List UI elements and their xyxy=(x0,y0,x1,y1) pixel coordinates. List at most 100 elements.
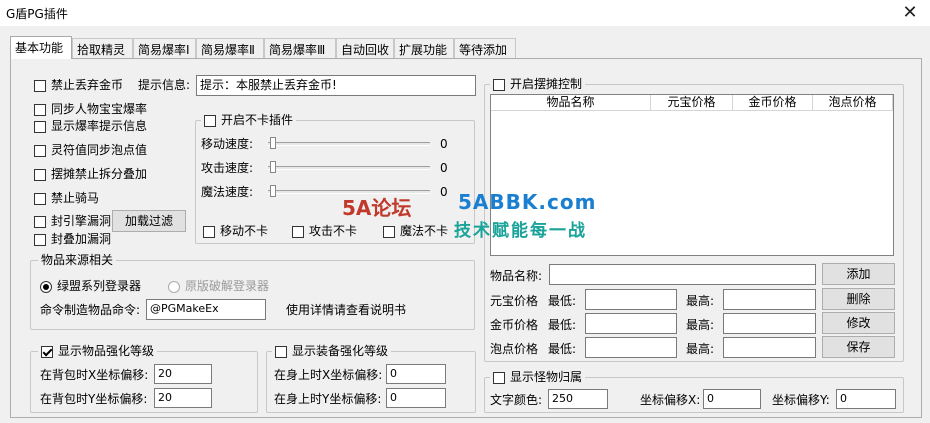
hint-label: 提示信息: xyxy=(138,78,191,92)
gold-label: 金币价格 xyxy=(490,318,539,332)
radio-lvmeng[interactable]: 绿盟系列登录器 xyxy=(40,279,141,293)
attack-speed-thumb[interactable] xyxy=(270,161,276,173)
save-button[interactable]: 保存 xyxy=(822,336,895,358)
attack-nostuck-checkbox[interactable]: 攻击不卡 xyxy=(292,224,357,238)
checkbox-icon xyxy=(275,345,287,358)
gold-min-label: 最低: xyxy=(548,318,577,332)
monster-title: 显示怪物归属 xyxy=(510,370,583,384)
checkbox-icon xyxy=(34,233,46,246)
yuanbao-max-label: 最高: xyxy=(686,294,715,308)
move-speed-slider[interactable] xyxy=(268,142,430,146)
monster-x-input[interactable]: 0 xyxy=(703,389,761,409)
checkbox-icon xyxy=(34,103,46,116)
magic-speed-thumb[interactable] xyxy=(270,185,276,197)
col-bubble[interactable]: 泡点价格 xyxy=(813,95,893,111)
load-filter-button[interactable]: 加载过滤 xyxy=(112,210,186,232)
stall-checkbox[interactable]: 开启摆摊控制 xyxy=(490,77,586,91)
monster-y-input[interactable]: 0 xyxy=(836,389,896,409)
seal-engine-label: 封引擎漏洞 xyxy=(51,214,112,228)
attack-speed-label: 攻击速度: xyxy=(201,161,254,175)
item-x-input[interactable]: 20 xyxy=(154,364,212,384)
col-item-name[interactable]: 物品名称 xyxy=(491,95,651,111)
tab-basic[interactable]: 基本功能 xyxy=(10,36,72,59)
sync-drop-checkbox[interactable]: 同步人物宝宝爆率 xyxy=(34,102,147,116)
equip-y-input[interactable]: 0 xyxy=(386,388,446,408)
stall-title: 开启摆摊控制 xyxy=(510,77,583,91)
spirit-sync-label: 灵符值同步泡点值 xyxy=(51,143,148,157)
cmd-note: 使用详情请查看说明书 xyxy=(286,303,407,317)
radio-selected-icon xyxy=(40,280,52,293)
checkbox-icon xyxy=(383,225,395,238)
col-gold[interactable]: 金币价格 xyxy=(733,95,813,111)
hint-input[interactable]: 提示：本服禁止丢弃金币! xyxy=(196,75,476,96)
magic-speed-value: 0 xyxy=(440,185,448,199)
no-stuck-checkbox[interactable]: 开启不卡插件 xyxy=(201,113,297,127)
tab-pending[interactable]: 等待添加 xyxy=(454,38,516,58)
gold-min-input[interactable] xyxy=(585,313,677,334)
seal-engine-checkbox[interactable]: 封引擎漏洞 xyxy=(34,214,111,228)
add-button[interactable]: 添加 xyxy=(822,263,895,285)
radio-cracked[interactable]: 原版破解登录器 xyxy=(168,279,269,293)
equip-y-label: 在身上时Y坐标偏移: xyxy=(274,392,382,406)
checkbox-icon xyxy=(34,215,46,228)
item-enhance-checkbox[interactable]: 显示物品强化等级 xyxy=(38,344,158,358)
yuanbao-min-input[interactable] xyxy=(585,289,677,310)
seal-stack-checkbox[interactable]: 封叠加漏洞 xyxy=(34,232,111,246)
cmd-input[interactable]: @PGMakeEx xyxy=(146,299,266,320)
gold-max-input[interactable] xyxy=(723,313,816,334)
magic-speed-label: 魔法速度: xyxy=(201,185,254,199)
seal-stack-label: 封叠加漏洞 xyxy=(51,232,112,246)
cmd-label: 命令制造物品命令: xyxy=(40,303,141,317)
show-drop-hint-label: 显示爆率提示信息 xyxy=(51,119,148,133)
window-title: G盾PG插件 xyxy=(6,7,68,21)
watermark-logo: 5A论坛 xyxy=(342,196,412,220)
monster-x-label: 坐标偏移X: xyxy=(640,393,701,407)
tab-drop-2[interactable]: 简易爆率Ⅱ xyxy=(196,38,264,58)
move-speed-value: 0 xyxy=(440,137,448,151)
ban-drop-gold-label: 禁止丢弃金币 xyxy=(51,78,124,92)
tab-drop-3[interactable]: 简易爆率Ⅲ xyxy=(264,38,336,58)
item-source-title: 物品来源相关 xyxy=(38,253,117,267)
yuanbao-min-label: 最低: xyxy=(548,294,577,308)
move-nostuck-checkbox[interactable]: 移动不卡 xyxy=(203,224,268,238)
move-speed-thumb[interactable] xyxy=(270,137,276,149)
tab-extend[interactable]: 扩展功能 xyxy=(394,38,454,58)
equip-enhance-title: 显示装备强化等级 xyxy=(292,344,389,358)
tab-drop-1[interactable]: 简易爆率Ⅰ xyxy=(133,38,196,58)
checkbox-icon xyxy=(493,371,505,384)
delete-button[interactable]: 删除 xyxy=(822,288,895,310)
col-yuanbao[interactable]: 元宝价格 xyxy=(651,95,733,111)
watermark-slogan: 技术赋能每一战 xyxy=(454,221,587,241)
bubble-max-input[interactable] xyxy=(723,337,816,358)
yuanbao-max-input[interactable] xyxy=(723,289,816,310)
ban-drop-gold-checkbox[interactable]: 禁止丢弃金币 xyxy=(34,78,123,92)
equip-enhance-checkbox[interactable]: 显示装备强化等级 xyxy=(272,344,392,358)
radio-lvmeng-label: 绿盟系列登录器 xyxy=(57,279,142,293)
item-y-input[interactable]: 20 xyxy=(154,388,212,408)
tab-pickup[interactable]: 拾取精灵 xyxy=(72,38,133,58)
checkbox-icon xyxy=(34,120,46,133)
checkbox-icon xyxy=(292,225,304,238)
equip-x-label: 在身上时X坐标偏移: xyxy=(274,368,383,382)
stall-no-split-label: 摆摊禁止拆分叠加 xyxy=(51,167,148,181)
checkbox-icon xyxy=(204,114,216,127)
attack-nostuck-label: 攻击不卡 xyxy=(309,224,358,238)
stall-no-split-checkbox[interactable]: 摆摊禁止拆分叠加 xyxy=(34,167,147,181)
magic-nostuck-checkbox[interactable]: 魔法不卡 xyxy=(383,224,448,238)
bubble-max-label: 最高: xyxy=(686,342,715,356)
no-mount-checkbox[interactable]: 禁止骑马 xyxy=(34,191,99,205)
monster-y-label: 坐标偏移Y: xyxy=(772,393,830,407)
move-nostuck-label: 移动不卡 xyxy=(220,224,269,238)
equip-x-input[interactable]: 0 xyxy=(386,364,446,384)
attack-speed-slider[interactable] xyxy=(268,166,430,170)
tab-auto-recycle[interactable]: 自动回收 xyxy=(336,38,394,58)
close-icon[interactable]: ✕ xyxy=(898,2,922,24)
color-input[interactable]: 250 xyxy=(548,389,608,409)
item-name-input[interactable] xyxy=(549,264,816,285)
monster-checkbox[interactable]: 显示怪物归属 xyxy=(490,370,586,384)
item-y-label: 在背包时Y坐标偏移: xyxy=(40,392,148,406)
show-drop-hint-checkbox[interactable]: 显示爆率提示信息 xyxy=(34,119,147,133)
bubble-min-input[interactable] xyxy=(585,337,677,358)
spirit-sync-checkbox[interactable]: 灵符值同步泡点值 xyxy=(34,143,147,157)
modify-button[interactable]: 修改 xyxy=(822,312,895,334)
